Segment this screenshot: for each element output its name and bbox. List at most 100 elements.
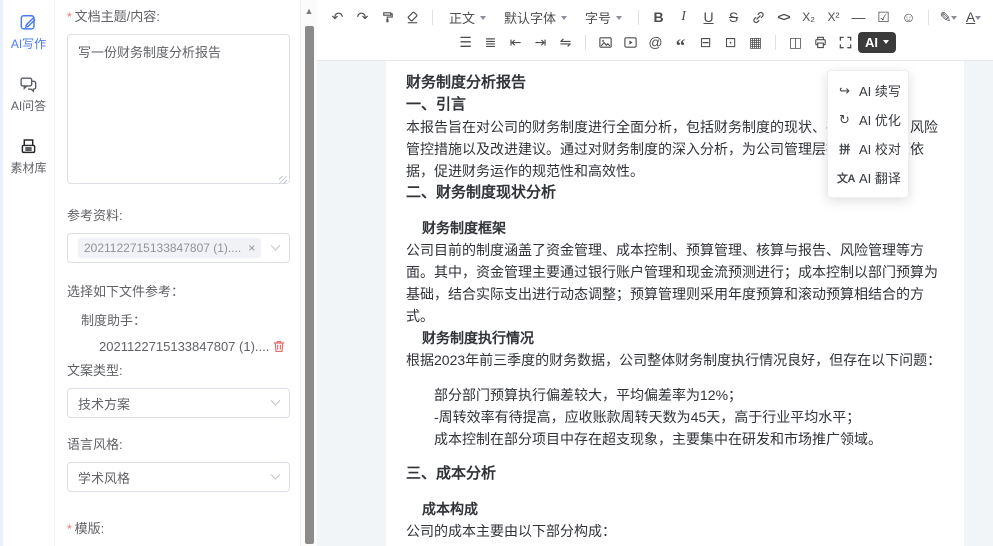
font-size-dropdown[interactable]: 字号 [576,6,631,28]
editor-toolbar: ↶↷正文默认字体字号BIUS<>X₂X²—☑☺✎A≡ ☰≣⇤⇥⇋@“⊟⊡▦◫AI [317,0,993,61]
image-icon [598,35,613,50]
bold-button[interactable]: B [646,6,671,28]
print-icon [813,35,828,50]
toolbar-separator [585,35,586,50]
subscript-button[interactable]: X₂ [796,6,821,28]
doc-paragraph[interactable]: 成本构成 [422,498,942,520]
doc-paragraph[interactable]: 部分部门预算执行偏差较大，平均偏差率为12%； [434,384,942,406]
attachment-icon: @ [648,35,662,49]
blockquote-button[interactable]: “ [668,31,693,53]
tag-remove-icon[interactable]: × [248,241,255,255]
bullet-list-button[interactable]: ☰ [453,31,478,53]
library-icon [18,136,38,156]
scrollbar-up-arrow[interactable]: ▲ [301,6,317,16]
font-family-dropdown[interactable]: 默认字体 [495,6,576,28]
sidebar-item-ai-lib[interactable]: 素材库 [10,136,46,176]
horizontal-rule-button[interactable]: — [846,6,871,28]
sidebar-item-label: AI问答 [11,97,46,114]
template-label: *模版: [67,518,290,537]
doc-paragraph[interactable]: 财务制度框架 [422,217,942,239]
sidebar-item-ai-qa[interactable]: AI问答 [11,74,46,114]
undo-icon: ↶ [332,10,344,24]
line-wrap-button[interactable]: ⇋ [553,31,578,53]
doc-paragraph[interactable]: 财务制度执行情况 [422,327,942,349]
indent-button[interactable]: ⇥ [528,31,553,53]
doc-paragraph[interactable]: 公司目前的制度涵盖了资金管理、成本控制、预算管理、核算与报告、风险管理等方面。其… [406,239,942,327]
video-button[interactable] [618,31,643,53]
format-painter-button[interactable] [375,6,400,28]
doc-paragraph[interactable]: 三、成本分析 [406,463,942,485]
doc-type-label: 文案类型: [67,360,290,379]
ai-menu-item-ai-continue[interactable]: ↪AI 续写 [828,76,908,105]
ai-menu-item-ai-optimize[interactable]: ↻AI 优化 [828,105,908,134]
required-mark: * [67,10,72,24]
scrollbar-thumb[interactable] [305,26,314,544]
chevron-down-icon [975,16,981,23]
ordered-list-button[interactable]: ≣ [478,31,503,53]
ai-menu-item-ai-translate[interactable]: 文AAI 翻译 [828,163,908,192]
divider-block-button[interactable]: ⊟ [693,31,718,53]
language-style-select[interactable]: 学术风格 [67,462,290,492]
ai-dropdown-button[interactable]: AI [858,32,896,53]
fullscreen-button[interactable] [833,31,858,53]
link-icon [751,10,766,25]
form-panel-scrollbar[interactable]: ▲ [300,0,317,546]
redo-icon: ↷ [357,10,369,24]
underline-button[interactable]: U [696,6,721,28]
image-button[interactable] [593,31,618,53]
task-list-button[interactable]: ☑ [871,6,896,28]
attachment-button[interactable]: @ [643,31,668,53]
outdent-button[interactable]: ⇤ [503,31,528,53]
required-mark: * [67,522,72,536]
superscript-icon: X² [828,11,840,23]
superscript-button[interactable]: X² [821,6,846,28]
delete-file-icon[interactable] [272,339,286,354]
underline-icon: U [703,10,713,24]
clear-format-button[interactable] [400,6,425,28]
topic-input[interactable] [67,34,290,184]
undo-button[interactable]: ↶ [325,6,350,28]
ai-proofread-icon: 拼 [837,141,852,157]
doc-type-select[interactable]: 技术方案 [67,388,290,418]
ai-menu-item-label: AI 校对 [859,139,901,158]
link-button[interactable] [746,6,771,28]
strikethrough-button[interactable]: S [721,6,746,28]
textarea-resize-handle[interactable] [279,176,287,184]
bold-icon: B [653,10,663,24]
ai-menu-item-ai-proofread[interactable]: 拼 AI 校对 [828,134,908,163]
doc-paragraph[interactable]: 成本控制在部分项目中存在超支现象，主要集中在研发和市场推广领域。 [434,428,942,450]
font-color-icon: A [966,10,975,24]
chevron-down-icon [883,40,889,47]
reference-file-tag-text: 2021122715133847807 (1).... [84,241,241,255]
assistant-file-name: 2021122715133847807 (1).... [99,339,269,354]
table-button[interactable]: ▦ [743,31,768,53]
language-style-label: 语言风格: [67,434,290,453]
doc-paragraph[interactable]: 根据2023年前三季度的财务数据，公司整体财务制度执行情况良好，但存在以下问题： [406,349,942,371]
toolbar-separator [928,10,929,25]
doc-paragraph[interactable]: -周转效率有待提高，应收账款周转天数为45天，高于行业平均水平； [434,406,942,428]
doc-paragraph[interactable]: 公司的成本主要由以下部分构成： [406,520,942,542]
font-color-button[interactable]: A [961,6,986,28]
fullscreen-icon [838,35,853,50]
indent-icon: ⇥ [535,35,547,49]
assistant-file-row: 2021122715133847807 (1).... [99,339,290,354]
redo-button[interactable]: ↷ [350,6,375,28]
inline-code-button[interactable]: <> [771,6,796,28]
emoji-button[interactable]: ☺ [896,6,921,28]
code-block-button[interactable]: ⊡ [718,31,743,53]
ai-write-icon [19,12,39,32]
sidebar-item-ai-write[interactable]: AI写作 [11,12,46,52]
ai-continue-icon: ↪ [837,83,852,99]
reference-select[interactable]: 2021122715133847807 (1).... × [67,233,290,263]
preview-button[interactable]: ◫ [783,31,808,53]
left-nav-rail: AI写作 AI问答素材库 [0,0,55,546]
font-size-label: 字号 [585,8,611,27]
italic-button[interactable]: I [671,6,696,28]
paragraph-style-dropdown[interactable]: 正文 [440,6,495,28]
highlight-color-icon: ✎ [940,10,952,24]
chevron-down-icon [271,395,281,405]
print-button[interactable] [808,31,833,53]
reference-file-tag[interactable]: 2021122715133847807 (1).... × [78,238,261,258]
highlight-color-button[interactable]: ✎ [936,6,961,28]
strikethrough-icon: S [729,10,738,24]
